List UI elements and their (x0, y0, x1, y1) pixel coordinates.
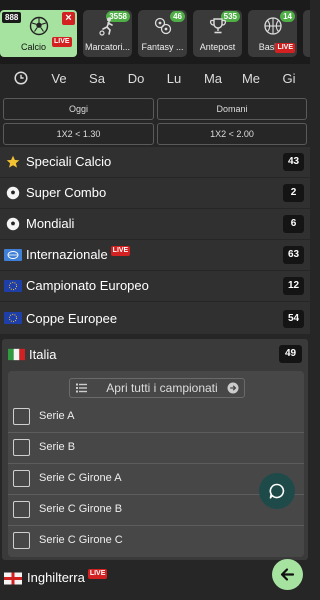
league-row-internazionale[interactable]: Internazionale LIVE 63 (0, 240, 310, 271)
championship-checkbox[interactable] (13, 532, 30, 549)
list-icon (76, 383, 87, 393)
soccer-ball-icon (6, 186, 20, 200)
league-section-italia: Italia 49 Apri tutti i campionati Serie … (2, 339, 308, 560)
championship-label: Serie C Girone A (39, 472, 122, 484)
league-row-coppe-europee[interactable]: Coppe Europee 54 (0, 302, 310, 335)
league-row-mondiali[interactable]: Mondiali 6 (0, 209, 310, 240)
sport-tab-label: Antepost (199, 42, 236, 52)
league-name: Mondiali (26, 216, 75, 231)
live-badge: LIVE (110, 246, 131, 256)
championship-label: Serie C Girone B (39, 503, 123, 515)
league-name: Internazionale LIVE (26, 246, 131, 262)
league-row-inghilterra[interactable]: Inghilterra LIVE (0, 563, 310, 593)
arrow-left-icon (280, 568, 295, 581)
star-icon (6, 155, 20, 168)
day-ve[interactable]: Ve (41, 71, 77, 86)
live-badge: LIVE (52, 37, 72, 47)
day-ma[interactable]: Ma (195, 71, 231, 86)
england-flag-icon (4, 572, 22, 585)
league-name: Italia (29, 347, 57, 362)
basketball-icon (263, 17, 282, 35)
championship-list: Apri tutti i campionati Serie A Serie B … (8, 371, 304, 557)
league-name: Super Combo (26, 185, 107, 200)
open-all-label: Apri tutti i campionati (106, 381, 218, 395)
league-count: 6 (283, 215, 304, 233)
close-icon[interactable]: × (62, 12, 75, 25)
open-all-championships-button[interactable]: Apri tutti i campionati (69, 378, 245, 398)
filter-domani-button[interactable]: Domani (157, 98, 307, 120)
championship-checkbox[interactable] (13, 439, 30, 456)
league-count: 12 (283, 277, 304, 295)
league-count: 49 (279, 345, 302, 363)
championship-row-serie-c-girone-b[interactable]: Serie C Girone B (8, 495, 304, 526)
player-kick-icon (98, 17, 113, 36)
day-gi[interactable]: Gi (271, 71, 307, 86)
chat-button[interactable] (259, 473, 295, 509)
sport-tab-antepost[interactable]: 535 Antepost (193, 10, 242, 57)
world-flag-icon (4, 249, 22, 261)
filter-odds-200-button[interactable]: 1X2 < 2.00 (157, 123, 307, 145)
championship-row-serie-b[interactable]: Serie B (8, 433, 304, 464)
league-row-italia[interactable]: Italia 49 (2, 339, 308, 369)
italy-flag-icon (8, 348, 25, 361)
sport-tab-more[interactable] (303, 10, 310, 57)
soccer-ball-icon (6, 217, 20, 231)
calcio-count-badge: 888 (2, 12, 22, 23)
day-me[interactable]: Me (233, 71, 269, 86)
live-badge: LIVE (275, 43, 295, 53)
championship-checkbox[interactable] (13, 408, 30, 425)
day-lu[interactable]: Lu (156, 71, 192, 86)
league-name: Campionato Europeo (26, 278, 149, 293)
eu-flag-icon (4, 312, 22, 324)
league-count: 43 (283, 153, 304, 171)
league-name: Inghilterra LIVE (27, 569, 108, 585)
league-name: Coppe Europee (26, 311, 118, 326)
sport-tab-basket[interactable]: 14 Basket LIVE (248, 10, 297, 57)
league-name-text: Internazionale (26, 247, 108, 262)
championship-row-serie-a[interactable]: Serie A (8, 402, 304, 433)
league-count: 2 (283, 184, 304, 202)
chat-bubble-icon (269, 483, 285, 499)
filter-odds-130-button[interactable]: 1X2 < 1.30 (3, 123, 154, 145)
championship-checkbox[interactable] (13, 501, 30, 518)
league-row-super-combo[interactable]: Super Combo 2 (0, 178, 310, 209)
back-button[interactable] (272, 559, 303, 590)
day-selector: Ve Sa Do Lu Ma Me Gi (0, 64, 310, 92)
filter-oggi-button[interactable]: Oggi (3, 98, 154, 120)
league-row-campionato-europeo[interactable]: Campionato Europeo 12 (0, 271, 310, 302)
championship-label: Serie C Girone C (39, 534, 123, 546)
sport-tab-label: Marcatori... (85, 42, 131, 52)
sport-tab-marcatori[interactable]: 3558 Marcatori... (83, 10, 132, 57)
day-do[interactable]: Do (118, 71, 154, 86)
league-count: 63 (283, 246, 304, 264)
soccer-ball-icon (29, 16, 48, 36)
championship-checkbox[interactable] (13, 470, 30, 487)
championship-label: Serie A (39, 410, 75, 422)
championship-label: Serie B (39, 441, 76, 453)
championship-row-serie-c-girone-c[interactable]: Serie C Girone C (8, 526, 304, 557)
league-name: Speciali Calcio (26, 154, 112, 169)
day-sa[interactable]: Sa (79, 71, 115, 86)
sport-tab-calcio[interactable]: 888 × Calcio LIVE (0, 10, 77, 57)
arrow-right-circle-icon (227, 382, 239, 394)
live-badge: LIVE (87, 569, 108, 579)
league-count: 54 (283, 310, 304, 328)
eu-flag-icon (4, 280, 22, 292)
trophy-icon (209, 18, 226, 34)
sport-tab-label: Fantasy ... (141, 42, 184, 52)
balls-icon (154, 17, 171, 35)
sport-tab-fantasy[interactable]: 46 Fantasy ... (138, 10, 187, 57)
league-row-speciali-calcio[interactable]: Speciali Calcio 43 (0, 147, 310, 178)
league-name-text: Inghilterra (27, 570, 85, 585)
clock-icon[interactable] (14, 71, 28, 85)
sports-tab-bar: 888 × Calcio LIVE 3558 Marcatori... 46 F… (0, 0, 310, 64)
